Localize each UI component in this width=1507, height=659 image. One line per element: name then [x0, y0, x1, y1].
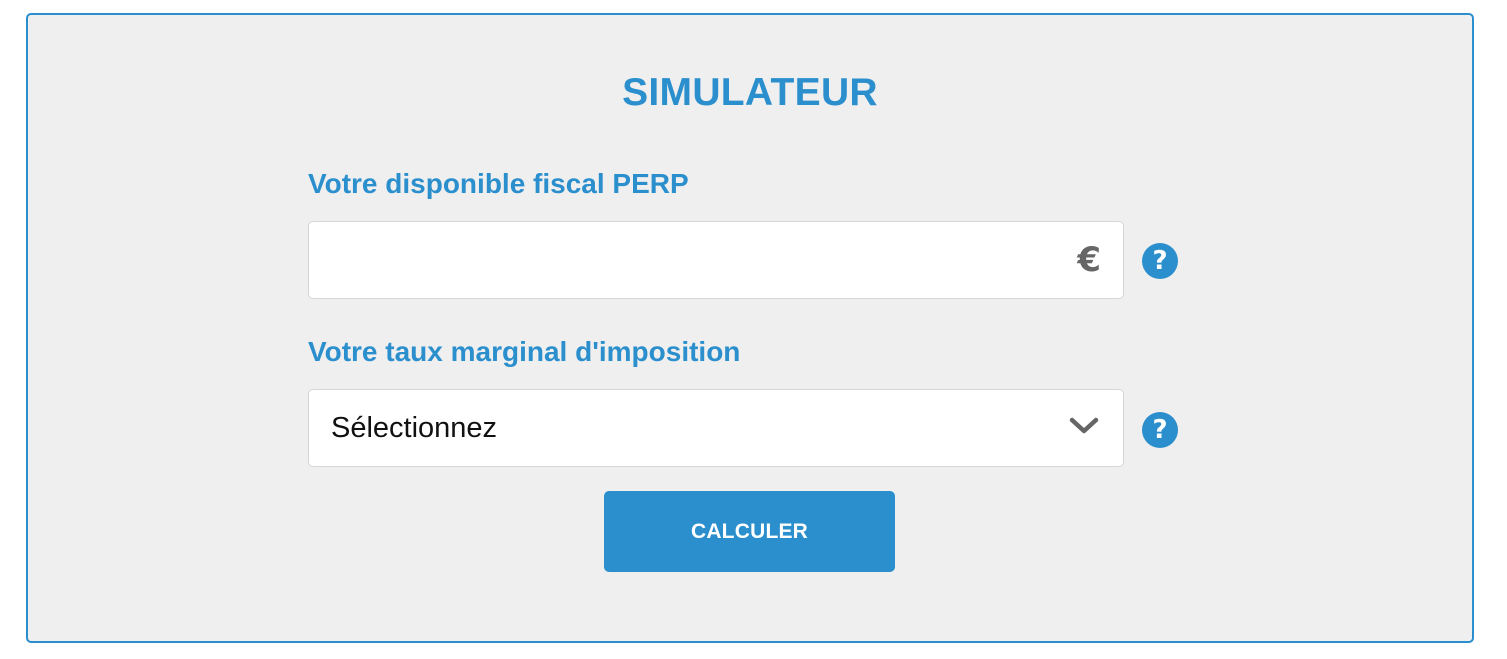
perp-amount-input[interactable] — [309, 222, 1093, 298]
perp-amount-label: Votre disponible fiscal PERP — [308, 168, 689, 199]
perp-amount-field[interactable]: € — [308, 221, 1124, 299]
tax-rate-select[interactable]: Sélectionnez — [308, 389, 1124, 467]
simulator-title: SIMULATEUR — [622, 71, 878, 114]
tax-rate-selected-value: Sélectionnez — [331, 412, 498, 444]
euro-unit: € — [1077, 240, 1101, 280]
calculate-button[interactable]: CALCULER — [604, 491, 895, 572]
chevron-down-icon — [1069, 417, 1099, 434]
question-circle-icon[interactable]: ? — [1142, 412, 1178, 448]
question-circle-icon[interactable]: ? — [1142, 243, 1178, 279]
simulator-panel: SIMULATEUR Votre disponible fiscal PERP … — [26, 13, 1474, 643]
tax-rate-label: Votre taux marginal d'imposition — [308, 336, 741, 367]
